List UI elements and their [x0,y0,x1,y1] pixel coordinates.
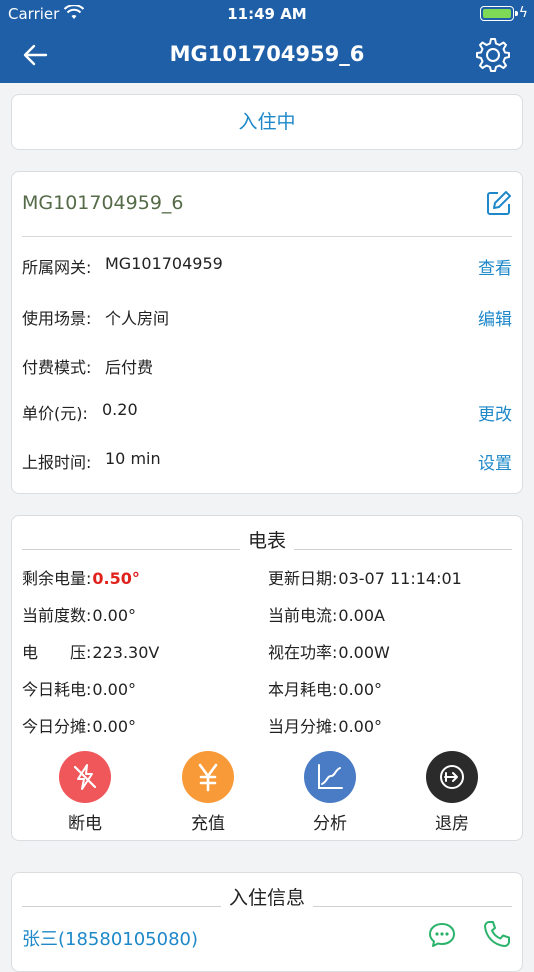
edit-icon[interactable] [486,190,512,216]
chat-icon[interactable] [428,921,456,949]
voltage-label: 电 压: [22,643,92,662]
today-shared-value: 0.00° [92,717,137,736]
payment-mode-label: 付费模式: [22,358,92,377]
charging-icon: ϟ [518,5,528,21]
update-date-value: 03-07 11:14:01 [338,569,462,588]
apparent-power-label: 视在功率: [268,643,338,662]
scene-label: 使用场景: [22,309,92,328]
report-interval-row: 上报时间: 10 min 设置 [22,449,512,474]
checkout-button[interactable]: 退房 [412,751,492,834]
current-reading-value: 0.00° [92,606,137,625]
meter-section-title: 电表 [22,526,512,552]
month-shared: 当月分摊:0.00° [268,713,383,736]
device-info-card: MG101704959_6 所属网关: MG101704959 查看 使用场景:… [11,171,523,494]
remaining-power-label: 剩余电量: [22,569,92,588]
current-reading: 当前度数:0.00° [22,602,137,625]
chart-icon[interactable] [304,751,356,803]
power-off-button[interactable]: 断电 [45,751,125,834]
today-consumption-value: 0.00° [92,680,137,699]
today-consumption: 今日耗电:0.00° [22,676,137,699]
scene-value: 个人房间 [105,309,170,328]
status-bar: Carrier 11:49 AM ϟ [0,0,534,28]
voltage-value: 223.30V [92,643,160,662]
current-amperage-label: 当前电流: [268,606,338,625]
clock: 11:49 AM [227,5,307,23]
tenant-name-phone[interactable]: 张三(18580105080) [22,925,198,951]
checkin-info-card: 入住信息 张三(18580105080) [11,872,523,972]
unit-price-label: 单价(元): [22,404,88,423]
scene-row: 使用场景: 个人房间 编辑 [22,305,512,330]
meter-card: 电表 剩余电量:0.50° 更新日期:03-07 11:14:01 当前度数:0… [11,515,523,841]
divider [22,236,512,237]
today-shared: 今日分摊:0.00° [22,713,137,736]
month-shared-value: 0.00° [338,717,383,736]
month-consumption: 本月耗电:0.00° [268,676,383,699]
recharge-label: 充值 [191,814,225,834]
edit-scene-button[interactable]: 编辑 [478,305,512,330]
power-off-label: 断电 [68,814,102,834]
gateway-value: MG101704959 [105,254,223,273]
unit-price-row: 单价(元): 0.20 更改 [22,400,512,425]
apparent-power: 视在功率:0.00W [268,639,390,662]
today-consumption-label: 今日耗电: [22,680,92,699]
month-shared-label: 当月分摊: [268,717,338,736]
set-interval-button[interactable]: 设置 [478,449,512,474]
recharge-button[interactable]: 充值 [168,751,248,834]
update-date: 更新日期:03-07 11:14:01 [268,565,462,588]
gateway-row: 所属网关: MG101704959 查看 [22,254,512,279]
occupancy-status-label: 入住中 [238,111,296,133]
voltage: 电 压:223.30V [22,639,160,662]
analysis-button[interactable]: 分析 [290,751,370,834]
report-interval-label: 上报时间: [22,453,92,472]
gear-icon[interactable] [474,36,512,74]
page-title: MG101704959_6 [169,42,365,66]
apparent-power-value: 0.00W [338,643,390,662]
payment-mode-value: 后付费 [105,358,154,377]
nav-bar: MG101704959_6 [0,28,534,83]
update-date-label: 更新日期: [268,569,338,588]
view-gateway-button[interactable]: 查看 [478,254,512,279]
current-amperage-value: 0.00A [338,606,385,625]
report-interval-value: 10 min [105,449,161,468]
battery-icon [480,6,518,21]
checkin-section-title: 入住信息 [22,883,512,909]
today-shared-label: 今日分摊: [22,717,92,736]
yuan-icon[interactable] [182,751,234,803]
month-consumption-value: 0.00° [338,680,383,699]
remaining-power: 剩余电量:0.50° [22,565,140,588]
analysis-label: 分析 [313,814,347,834]
meter-title-text: 电表 [239,530,294,552]
device-id: MG101704959_6 [22,192,184,214]
power-off-icon[interactable] [59,751,111,803]
current-amperage: 当前电流:0.00A [268,602,385,625]
checkout-icon[interactable] [426,751,478,803]
unit-price-value: 0.20 [102,400,138,419]
checkin-title-text: 入住信息 [220,887,313,909]
gateway-label: 所属网关: [22,258,92,277]
month-consumption-label: 本月耗电: [268,680,338,699]
checkout-label: 退房 [435,814,469,834]
change-price-button[interactable]: 更改 [478,400,512,425]
payment-mode-row: 付费模式: 后付费 [22,354,512,378]
current-reading-label: 当前度数: [22,606,92,625]
occupancy-status-button[interactable]: 入住中 [11,94,523,150]
phone-icon[interactable] [482,919,512,949]
remaining-power-value: 0.50° [92,569,140,588]
